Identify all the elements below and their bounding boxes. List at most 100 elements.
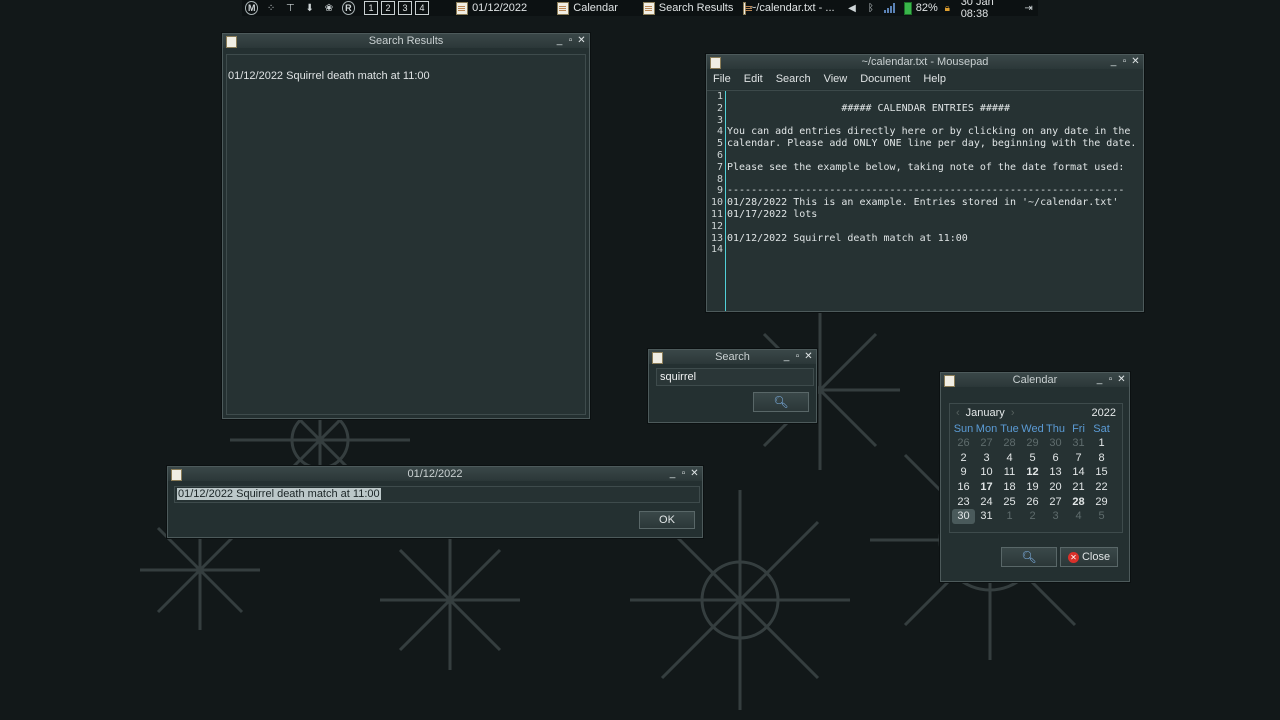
- r-icon[interactable]: R: [341, 1, 356, 15]
- close-icon[interactable]: ✕: [689, 467, 700, 481]
- clock[interactable]: 30 Jan 08:38: [961, 0, 1019, 20]
- title-bar[interactable]: ~/calendar.txt - Mousepad _ ▫ ✕: [707, 55, 1143, 69]
- editor-line[interactable]: 01/28/2022 This is an example. Entries s…: [727, 197, 1143, 209]
- maximize-icon[interactable]: ▫: [1105, 373, 1116, 387]
- editor-line[interactable]: [727, 221, 1143, 233]
- editor-line[interactable]: 01/12/2022 Squirrel death match at 11:00: [727, 233, 1143, 245]
- calendar-day[interactable]: 1: [1090, 436, 1113, 451]
- editor-line[interactable]: [727, 150, 1143, 162]
- calendar-day[interactable]: 14: [1067, 465, 1090, 480]
- calendar-day[interactable]: 4: [998, 451, 1021, 466]
- calendar-day[interactable]: 23: [952, 495, 975, 510]
- title-bar[interactable]: 01/12/2022 _ ▫ ✕: [168, 467, 702, 481]
- calendar-day[interactable]: 4: [1067, 509, 1090, 524]
- task-entry[interactable]: 01/12/2022: [456, 1, 547, 15]
- editor-text[interactable]: ##### CALENDAR ENTRIES ##### You can add…: [725, 91, 1143, 311]
- close-button[interactable]: ✕ Close: [1060, 547, 1118, 567]
- result-item[interactable]: 01/12/2022 Squirrel death match at 11:00: [228, 70, 430, 82]
- title-bar[interactable]: Search _ ▫ ✕: [649, 350, 816, 364]
- minimize-icon[interactable]: _: [1094, 373, 1105, 387]
- close-icon[interactable]: ✕: [803, 350, 814, 364]
- maximize-icon[interactable]: ▫: [565, 34, 576, 48]
- editor-line[interactable]: 01/17/2022 lots: [727, 209, 1143, 221]
- calendar-day[interactable]: 8: [1090, 451, 1113, 466]
- menu-edit[interactable]: Edit: [744, 73, 763, 85]
- editor-line[interactable]: ##### CALENDAR ENTRIES #####: [727, 103, 1143, 115]
- paw-icon[interactable]: ❀: [322, 1, 335, 15]
- task-mousepad[interactable]: ~/calendar.txt - ...: [743, 1, 835, 15]
- lock-icon[interactable]: 🔒︎: [941, 1, 954, 15]
- menu-help[interactable]: Help: [923, 73, 946, 85]
- maximize-icon[interactable]: ▫: [678, 467, 689, 481]
- calendar-day[interactable]: 6: [1044, 451, 1067, 466]
- calendar-day[interactable]: 24: [975, 495, 998, 510]
- editor-line[interactable]: You can add entries directly here or by …: [727, 126, 1143, 138]
- network-signal-icon[interactable]: [884, 3, 896, 13]
- menu-view[interactable]: View: [824, 73, 848, 85]
- menu-search[interactable]: Search: [776, 73, 811, 85]
- calendar-day[interactable]: 31: [975, 509, 998, 524]
- calendar-day[interactable]: 27: [975, 436, 998, 451]
- calendar-day[interactable]: 22: [1090, 480, 1113, 495]
- editor-line[interactable]: Please see the example below, taking not…: [727, 162, 1143, 174]
- menu-file[interactable]: File: [713, 73, 731, 85]
- menu-icon[interactable]: M: [245, 1, 259, 15]
- close-icon[interactable]: ✕: [1116, 373, 1127, 387]
- calendar-day[interactable]: 9: [952, 465, 975, 480]
- entry-input[interactable]: 01/12/2022 Squirrel death match at 11:00: [174, 486, 700, 503]
- calendar-day[interactable]: 12: [1021, 465, 1044, 480]
- editor-line[interactable]: [727, 174, 1143, 186]
- maximize-icon[interactable]: ▫: [792, 350, 803, 364]
- calendar-day[interactable]: 3: [1044, 509, 1067, 524]
- volume-icon[interactable]: ◀: [846, 1, 859, 15]
- calendar-day[interactable]: 28: [998, 436, 1021, 451]
- workspace-2[interactable]: 2: [381, 1, 396, 15]
- calendar-day[interactable]: 5: [1090, 509, 1113, 524]
- logout-icon[interactable]: ⇥: [1022, 1, 1035, 15]
- calendar-day[interactable]: 26: [1021, 495, 1044, 510]
- calendar-day[interactable]: 2: [952, 451, 975, 466]
- calendar-day[interactable]: 26: [952, 436, 975, 451]
- calendar-day[interactable]: 19: [1021, 480, 1044, 495]
- editor-line[interactable]: ----------------------------------------…: [727, 185, 1143, 197]
- close-icon[interactable]: ✕: [1130, 55, 1141, 69]
- calendar-day[interactable]: 13: [1044, 465, 1067, 480]
- calendar-day[interactable]: 16: [952, 480, 975, 495]
- minimize-icon[interactable]: _: [554, 34, 565, 48]
- title-bar[interactable]: Search Results _ ▫ ✕: [223, 34, 589, 48]
- editor-line[interactable]: [727, 115, 1143, 127]
- calendar-day[interactable]: 15: [1090, 465, 1113, 480]
- calendar-day[interactable]: 11: [998, 465, 1021, 480]
- calendar-day[interactable]: 28: [1067, 495, 1090, 510]
- next-month-icon[interactable]: ›: [1011, 407, 1015, 419]
- calendar-day[interactable]: 2: [1021, 509, 1044, 524]
- minimize-icon[interactable]: _: [667, 467, 678, 481]
- minimize-icon[interactable]: _: [1108, 55, 1119, 69]
- calendar-day[interactable]: 5: [1021, 451, 1044, 466]
- search-input[interactable]: squirrel: [656, 368, 814, 386]
- calendar-search-button[interactable]: 🔍︎: [1001, 547, 1057, 567]
- task-search-results[interactable]: Search Results: [643, 1, 733, 15]
- menu-document[interactable]: Document: [860, 73, 910, 85]
- maximize-icon[interactable]: ▫: [1119, 55, 1130, 69]
- bluetooth-icon[interactable]: ᛒ: [864, 1, 877, 15]
- workspace-1[interactable]: 1: [364, 1, 379, 15]
- close-icon[interactable]: ✕: [576, 34, 587, 48]
- editor-line[interactable]: [727, 91, 1143, 103]
- calendar-day[interactable]: 1: [998, 509, 1021, 524]
- text-editor[interactable]: 1 2 3 4 5 6 7 8 9 10 11 12 13 14 ##### CALENDAR ENTRI…: [707, 90, 1143, 311]
- calendar-day[interactable]: 10: [975, 465, 998, 480]
- editor-line[interactable]: [727, 244, 1143, 256]
- calendar-day[interactable]: 3: [975, 451, 998, 466]
- task-calendar[interactable]: Calendar: [557, 1, 633, 15]
- search-button[interactable]: 🔍︎: [753, 392, 809, 412]
- editor-line[interactable]: calendar. Please add ONLY ONE line per d…: [727, 138, 1143, 150]
- title-bar[interactable]: Calendar _ ▫ ✕: [941, 373, 1129, 387]
- calendar-day[interactable]: 30: [952, 509, 975, 525]
- calendar-day[interactable]: 18: [998, 480, 1021, 495]
- calendar-day[interactable]: 25: [998, 495, 1021, 510]
- minimize-icon[interactable]: _: [781, 350, 792, 364]
- battery-icon[interactable]: [904, 1, 912, 15]
- calendar-day[interactable]: 17: [975, 480, 998, 495]
- workspace-3[interactable]: 3: [398, 1, 413, 15]
